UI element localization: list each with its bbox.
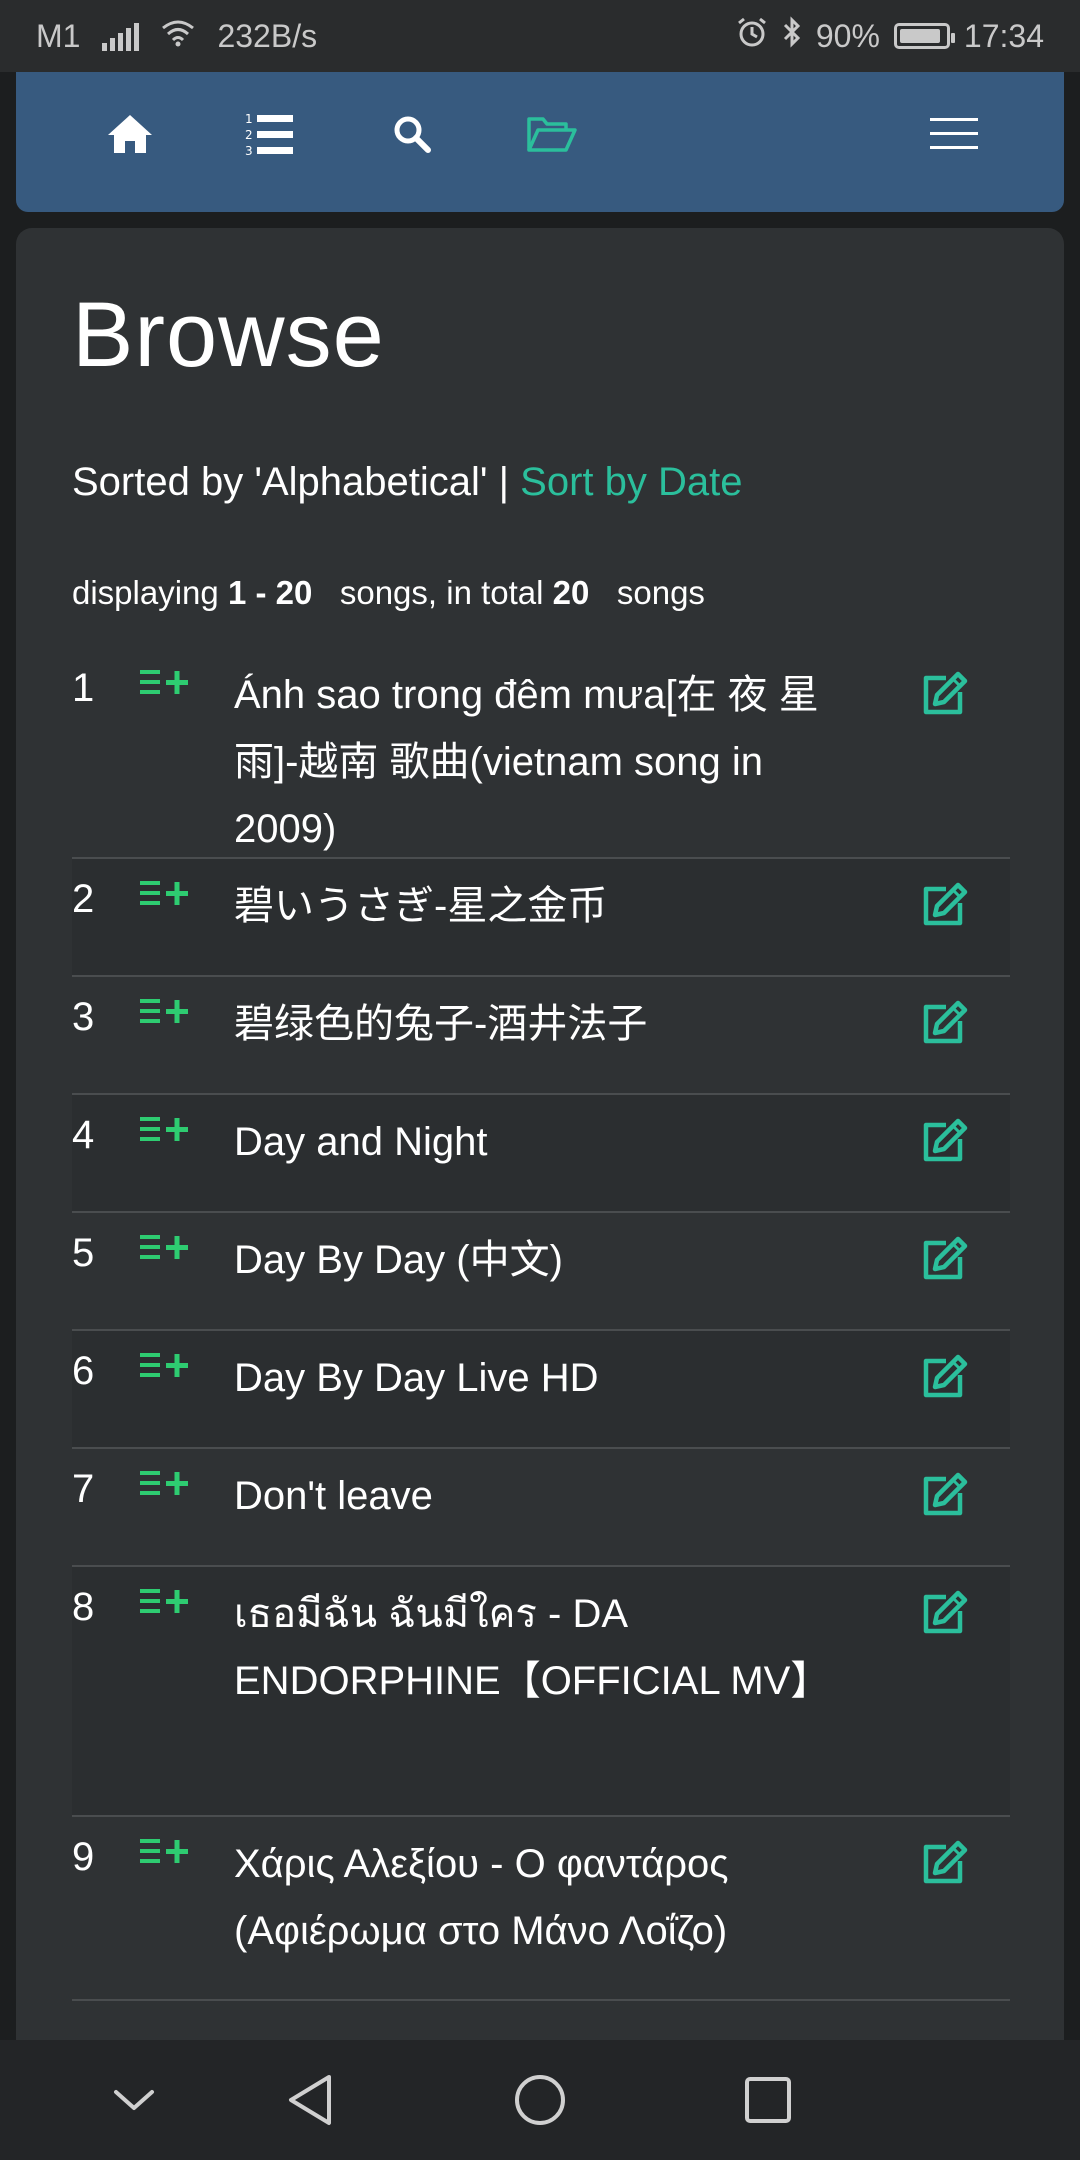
add-to-queue-icon[interactable] (140, 1349, 194, 1389)
folder-open-icon[interactable] (512, 98, 592, 170)
edit-icon[interactable] (920, 999, 970, 1049)
hamburger-menu-icon[interactable] (914, 98, 994, 170)
song-count-line: displaying 1 - 20 songs, in total 20 son… (72, 574, 705, 612)
edit-icon[interactable] (920, 881, 970, 931)
svg-text:3: 3 (245, 144, 253, 157)
sort-line: Sorted by 'Alphabetical' | Sort by Date (72, 460, 742, 505)
song-title[interactable]: 碧いうさぎ-星之金币 (234, 873, 854, 940)
song-title[interactable]: Χάρις Αλεξίου - Ο φαντάρος (Αφιέρωμα στο… (234, 1831, 854, 1965)
song-row: 8 เธอมีฉัน ฉันมีใคร - DA ENDORPHINE【OFFI… (72, 1567, 1010, 1817)
song-number: 2 (72, 877, 95, 921)
edit-icon[interactable] (920, 1353, 970, 1403)
song-title[interactable]: Day By Day Live HD (234, 1345, 854, 1412)
song-row: 3 碧绿色的兔子-酒井法子 (72, 977, 1010, 1095)
home-icon[interactable] (90, 98, 170, 170)
svg-text:2: 2 (245, 128, 253, 142)
song-number: 4 (72, 1113, 95, 1157)
count-suffix: songs (616, 574, 705, 611)
song-title[interactable]: Ánh sao trong đêm mưa[在 夜 星 雨]-越南 歌曲(vie… (234, 662, 854, 863)
count-total: 20 (552, 574, 590, 611)
song-title[interactable]: เธอมีฉัน ฉันมีใคร - DA ENDORPHINE【OFFICI… (234, 1581, 854, 1715)
add-to-queue-icon[interactable] (140, 877, 194, 917)
song-number: 8 (72, 1585, 95, 1629)
song-row: 7 Don't leave (72, 1449, 1010, 1567)
system-navigation-bar (0, 2040, 1080, 2160)
song-number: 7 (72, 1467, 95, 1511)
svg-text:1: 1 (245, 112, 253, 126)
status-bar: M1 232B/s 90% 17:34 (0, 0, 1080, 72)
song-number: 1 (72, 666, 95, 710)
song-title[interactable]: 碧绿色的兔子-酒井法子 (234, 991, 854, 1058)
add-to-queue-icon[interactable] (140, 1113, 194, 1153)
song-row: 9 Χάρις Αλεξίου - Ο φαντάρος (Αφιέρωμα σ… (72, 1817, 1010, 2001)
wifi-icon (161, 18, 195, 55)
carrier-label: M1 (36, 17, 81, 54)
song-row: 1 Ánh sao trong đêm mưa[在 夜 星 雨]-越南 歌曲(v… (72, 648, 1010, 859)
song-title[interactable]: Day By Day (中文) (234, 1227, 854, 1294)
add-to-queue-icon[interactable] (140, 1585, 194, 1625)
song-title[interactable]: Day and Night (234, 1109, 854, 1176)
chevron-down-icon[interactable] (104, 2070, 164, 2130)
numbered-list-icon[interactable]: 1 2 3 (230, 98, 310, 170)
clock: 17:34 (963, 17, 1044, 54)
count-middle: songs, in total (339, 574, 544, 611)
edit-icon[interactable] (920, 670, 970, 720)
song-number: 9 (72, 1835, 95, 1879)
count-prefix: displaying (72, 574, 219, 611)
add-to-queue-icon[interactable] (140, 1231, 194, 1271)
song-row: 6 Day By Day Live HD (72, 1331, 1010, 1449)
add-to-queue-icon[interactable] (140, 1835, 194, 1875)
browse-card: Browse Sorted by 'Alphabetical' | Sort b… (16, 228, 1064, 2128)
alarm-icon (736, 16, 768, 56)
song-row: 2 碧いうさぎ-星之金币 (72, 859, 1010, 977)
song-row: 4 Day and Night (72, 1095, 1010, 1213)
sort-by-date-link[interactable]: Sort by Date (520, 460, 742, 504)
song-number: 6 (72, 1349, 95, 1393)
home-circle-icon[interactable] (510, 2070, 570, 2130)
edit-icon[interactable] (920, 1839, 970, 1889)
page-title: Browse (72, 284, 385, 386)
add-to-queue-icon[interactable] (140, 995, 194, 1035)
edit-icon[interactable] (920, 1589, 970, 1639)
song-number: 3 (72, 995, 95, 1039)
signal-icon (102, 21, 140, 51)
add-to-queue-icon[interactable] (140, 1467, 194, 1507)
song-title[interactable]: Don't leave (234, 1463, 854, 1530)
song-number: 5 (72, 1231, 95, 1275)
song-list: 1 Ánh sao trong đêm mưa[在 夜 星 雨]-越南 歌曲(v… (72, 648, 1010, 2001)
song-row: 5 Day By Day (中文) (72, 1213, 1010, 1331)
bluetooth-icon (782, 16, 802, 56)
network-speed: 232B/s (217, 17, 318, 54)
add-to-queue-icon[interactable] (140, 666, 194, 706)
edit-icon[interactable] (920, 1117, 970, 1167)
battery-icon (893, 23, 955, 49)
edit-icon[interactable] (920, 1235, 970, 1285)
sorted-by-label: Sorted by 'Alphabetical' | (72, 460, 510, 504)
recents-square-icon[interactable] (738, 2070, 798, 2130)
top-navbar: 1 2 3 (16, 72, 1064, 212)
count-range: 1 - 20 (227, 574, 313, 611)
battery-percent: 90% (815, 17, 880, 54)
back-icon[interactable] (280, 2070, 340, 2130)
screen: M1 232B/s 90% 17:34 1 2 3 Browse Sorted by… (0, 0, 1080, 2160)
search-icon[interactable] (372, 98, 452, 170)
edit-icon[interactable] (920, 1471, 970, 1521)
